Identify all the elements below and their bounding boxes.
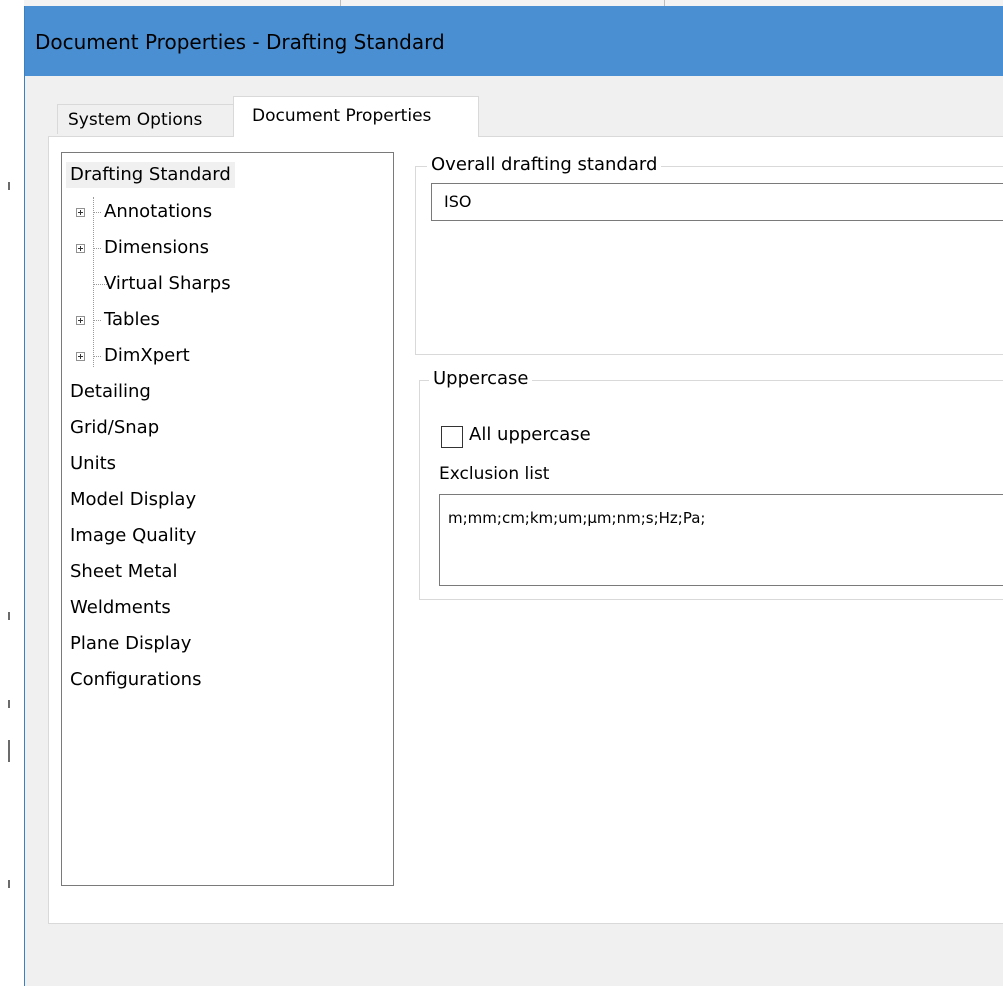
overall-drafting-standard-label: Overall drafting standard [427,154,662,175]
tree-item-tables[interactable]: Tables [104,307,160,333]
tree-item-drafting-standard[interactable]: Drafting Standard [66,162,235,188]
tree-item-virtual-sharps[interactable]: Virtual Sharps [104,271,231,297]
tree-connector [93,320,101,321]
tree-item-grid-snap[interactable]: Grid/Snap [70,415,159,441]
expand-plus-icon[interactable] [76,352,85,361]
exclusion-list-input[interactable]: m;mm;cm;km;um;µm;nm;s;Hz;Pa; [439,494,1003,586]
tree-item-configurations[interactable]: Configurations [70,667,201,693]
exclusion-list-label: Exclusion list [439,464,550,484]
background-mark [8,740,10,762]
tree-item-units[interactable]: Units [70,451,116,477]
tree-item-model-display[interactable]: Model Display [70,487,196,513]
tree-connector [93,248,101,249]
tree-item-image-quality[interactable]: Image Quality [70,523,196,549]
tab-document-properties[interactable]: Document Properties [233,96,479,137]
window-title: Document Properties - Drafting Standard [35,30,445,54]
uppercase-label: Uppercase [429,368,533,389]
drafting-standard-value: ISO [444,192,472,211]
tree-item-dimxpert[interactable]: DimXpert [104,343,190,369]
document-properties-dialog: Document Properties - Drafting Standard … [24,6,1003,986]
tree-item-sheet-metal[interactable]: Sheet Metal [70,559,177,585]
expand-plus-icon[interactable] [76,208,85,217]
all-uppercase-checkbox[interactable] [441,426,463,448]
expand-plus-icon[interactable] [76,244,85,253]
tree-connector [93,356,101,357]
all-uppercase-label[interactable]: All uppercase [469,424,591,445]
background-app-strip [0,0,24,986]
tree-item-detailing[interactable]: Detailing [70,379,151,405]
property-tree[interactable]: Drafting Standard Annotations Dimensions… [61,152,394,886]
tab-system-options[interactable]: System Options [57,104,233,134]
drafting-standard-dropdown[interactable]: ISO [431,183,1003,221]
expand-plus-icon[interactable] [76,316,85,325]
tree-connector [93,212,101,213]
background-mark [8,880,10,888]
background-mark [8,182,10,190]
tree-item-weldments[interactable]: Weldments [70,595,171,621]
title-bar[interactable]: Document Properties - Drafting Standard [25,6,1003,76]
background-mark [8,612,10,620]
tree-item-annotations[interactable]: Annotations [104,199,212,225]
tree-item-plane-display[interactable]: Plane Display [70,631,191,657]
tree-item-dimensions[interactable]: Dimensions [104,235,209,261]
tree-connector [93,197,94,367]
background-mark [8,700,10,708]
